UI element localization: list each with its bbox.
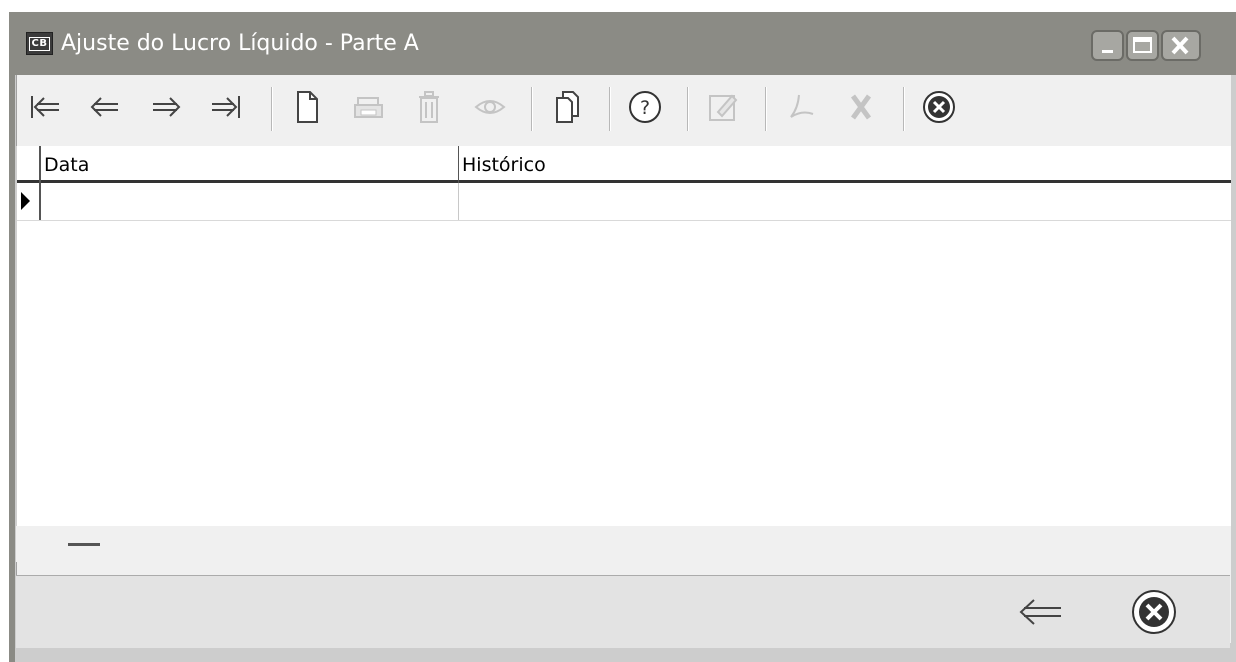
last-record-icon (212, 96, 240, 118)
status-dash (68, 543, 100, 546)
table-row[interactable] (17, 183, 1231, 221)
previous-record-icon (90, 97, 118, 117)
close-circle-icon (1132, 590, 1176, 634)
toolbar-separator (687, 87, 689, 131)
minimize-button[interactable] (1091, 30, 1124, 61)
delete-button[interactable] (407, 85, 451, 129)
data-grid[interactable]: Data Histórico (16, 146, 1231, 526)
footer-close-button[interactable] (1128, 588, 1180, 636)
previous-record-button[interactable] (83, 85, 127, 129)
grid-header: Data Histórico (17, 146, 1231, 183)
new-document-icon (297, 91, 318, 123)
first-record-icon (31, 96, 59, 118)
copy-button[interactable] (545, 85, 589, 129)
toolbar: ? (17, 75, 1231, 147)
excel-icon (850, 94, 872, 120)
grid-status-bar (16, 526, 1230, 562)
toolbar-separator (271, 87, 273, 131)
help-icon: ? (629, 91, 661, 123)
first-record-button[interactable] (23, 85, 67, 129)
view-button[interactable] (468, 85, 512, 129)
column-header-data[interactable]: Data (41, 146, 459, 180)
new-button[interactable] (285, 85, 329, 129)
close-circle-icon (923, 91, 955, 123)
printer-icon (354, 97, 383, 118)
edit-button[interactable] (701, 85, 745, 129)
toolbar-separator (903, 87, 905, 131)
last-record-button[interactable] (204, 85, 248, 129)
next-record-icon (153, 97, 181, 117)
maximize-button[interactable] (1126, 30, 1159, 61)
back-button[interactable] (1016, 590, 1064, 634)
window-title: Ajuste do Lucro Líquido - Parte A (61, 31, 419, 56)
close-window-button[interactable] (1161, 30, 1201, 61)
maximize-icon (1133, 37, 1152, 53)
eye-icon (474, 100, 506, 114)
footer-panel (16, 575, 1230, 648)
pdf-icon (790, 94, 814, 118)
column-header-historico[interactable]: Histórico (459, 146, 1231, 180)
edit-icon (709, 94, 738, 121)
next-record-button[interactable] (144, 85, 188, 129)
app-icon[interactable]: CB (26, 32, 53, 55)
title-bar[interactable]: CB Ajuste do Lucro Líquido - Parte A (9, 12, 1236, 75)
pdf-button[interactable] (779, 85, 823, 129)
excel-button[interactable] (839, 85, 883, 129)
print-button[interactable] (347, 85, 391, 129)
minimize-icon (1102, 50, 1113, 53)
app-badge: CB (28, 36, 51, 51)
svg-text:?: ? (640, 97, 650, 119)
close-form-button[interactable] (917, 85, 961, 129)
toolbar-separator (531, 87, 533, 131)
copy-icon (556, 91, 579, 123)
cell-divider (458, 183, 459, 220)
header-divider (458, 146, 459, 183)
close-icon (1171, 36, 1189, 55)
trash-icon (419, 91, 439, 123)
toolbar-separator (765, 87, 767, 131)
back-arrow-icon (1019, 599, 1061, 625)
help-button[interactable]: ? (623, 85, 667, 129)
toolbar-separator (609, 87, 611, 131)
